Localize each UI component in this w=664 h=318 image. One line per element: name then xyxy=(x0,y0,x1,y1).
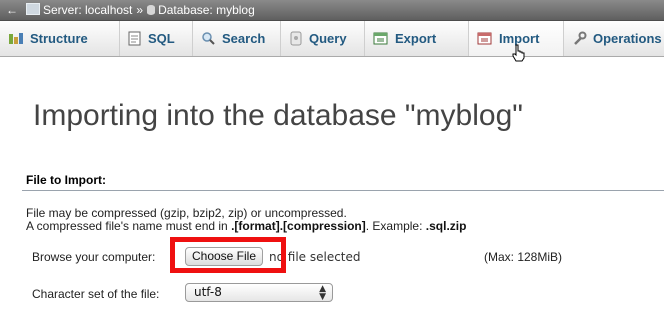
tab-operations[interactable]: Operations xyxy=(564,21,664,56)
compression-note: File may be compressed (gzip, bzip2, zip… xyxy=(26,206,347,220)
filename-note-example: .sql.zip xyxy=(425,219,467,233)
tab-label: SQL xyxy=(148,31,175,46)
wrench-icon xyxy=(574,31,587,45)
filename-note-mid: . Example: xyxy=(365,219,426,233)
tab-sql[interactable]: SQL xyxy=(120,21,193,56)
filename-note-format: .[format].[compression] xyxy=(231,219,366,233)
charset-select[interactable]: utf-8 ▲ ▼ xyxy=(185,283,333,302)
charset-label: Character set of the file: xyxy=(32,287,160,301)
file-import-legend: File to Import: xyxy=(26,173,106,187)
charset-value: utf-8 xyxy=(194,285,222,299)
tab-search[interactable]: Search xyxy=(193,21,281,56)
browse-label: Browse your computer: xyxy=(32,250,156,264)
filename-note-prefix: A compressed file's name must end in xyxy=(26,219,232,233)
tab-export[interactable]: Export xyxy=(365,21,469,56)
tab-label: Export xyxy=(395,31,437,46)
tab-label: Query xyxy=(309,31,347,46)
breadcrumb-path: Server: localhost » Database: myblog xyxy=(26,0,255,20)
tab-label: Operations xyxy=(593,31,662,46)
highlight-box xyxy=(170,237,286,273)
tab-label: Structure xyxy=(30,31,88,46)
breadcrumb-database[interactable]: Database: myblog xyxy=(158,3,255,17)
structure-icon xyxy=(9,33,23,44)
import-icon xyxy=(477,32,492,45)
legend-divider xyxy=(22,190,664,191)
sql-icon xyxy=(128,31,141,46)
database-icon xyxy=(147,5,156,15)
breadcrumb-separator: » xyxy=(136,3,144,17)
tab-bar: Structure SQL Search Query Export Import… xyxy=(0,21,664,57)
tab-query[interactable]: Query xyxy=(281,21,365,56)
query-icon xyxy=(290,31,302,46)
breadcrumb: ← Server: localhost » Database: myblog xyxy=(0,0,664,21)
search-icon xyxy=(202,32,215,45)
page-title: Importing into the database "myblog" xyxy=(33,99,523,132)
max-size-label: (Max: 128MiB) xyxy=(484,250,563,264)
select-arrows-icon: ▲ ▼ xyxy=(319,284,326,302)
tab-label: Search xyxy=(222,31,266,46)
hand-cursor-icon xyxy=(512,44,525,62)
server-icon xyxy=(26,3,40,15)
back-arrow-icon[interactable]: ← xyxy=(6,0,18,20)
breadcrumb-server[interactable]: Server: localhost xyxy=(43,3,132,17)
export-icon xyxy=(373,32,388,45)
tab-structure[interactable]: Structure xyxy=(0,21,120,56)
filename-note: A compressed file's name must end in .[f… xyxy=(26,219,466,233)
